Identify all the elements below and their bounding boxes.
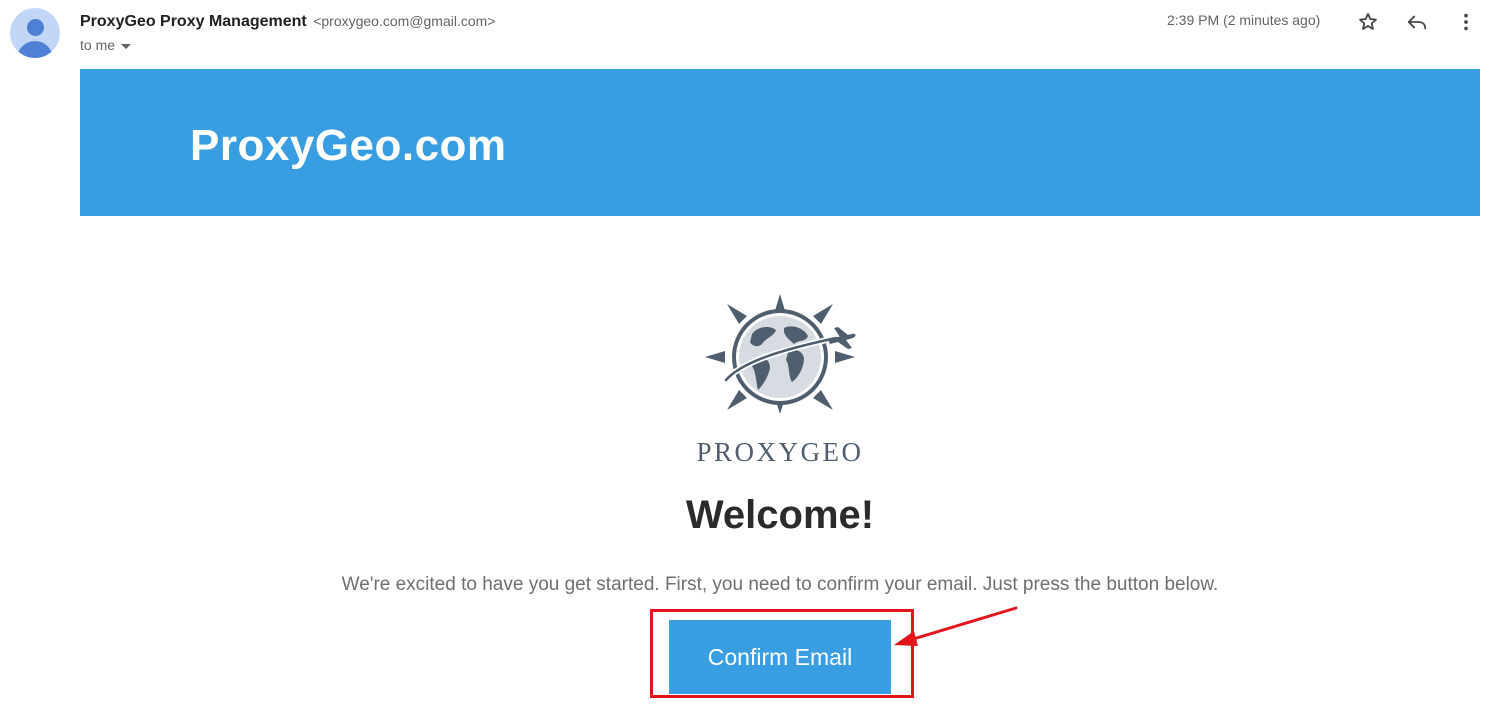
recipient-label: to me (80, 37, 116, 53)
email-timestamp: 2:39 PM (2 minutes ago) (1167, 12, 1321, 28)
star-button[interactable] (1354, 8, 1382, 36)
reply-icon (1407, 15, 1427, 30)
email-banner: ProxyGeo.com (80, 69, 1480, 216)
logo-wordmark: PROXYGEO (696, 437, 864, 467)
email-view: ProxyGeo Proxy Management <proxygeo.com@… (0, 0, 1506, 715)
banner-title: ProxyGeo.com (190, 121, 507, 170)
sender-name[interactable]: ProxyGeo Proxy Management (80, 13, 307, 30)
sender-email: <proxygeo.com@gmail.com> (313, 13, 496, 29)
proxygeo-logo-icon (705, 294, 856, 414)
annotation-arrow-icon (894, 606, 1018, 646)
welcome-heading: Welcome! (685, 493, 875, 537)
more-vert-icon (1464, 13, 1468, 31)
more-options-button[interactable] (1452, 8, 1480, 36)
intro-text: We're excited to have you get started. F… (341, 574, 1219, 595)
reply-button[interactable] (1403, 8, 1431, 36)
confirm-email-button[interactable]: Confirm Email (669, 620, 891, 694)
caret-down-icon (121, 43, 132, 49)
recipient-toggle[interactable]: to me (80, 37, 132, 53)
sender-line: ProxyGeo Proxy Management <proxygeo.com@… (80, 11, 496, 32)
avatar-head-shape (27, 19, 44, 36)
star-icon (1359, 13, 1377, 30)
avatar-body-shape (17, 41, 53, 58)
sender-avatar[interactable] (10, 8, 60, 58)
